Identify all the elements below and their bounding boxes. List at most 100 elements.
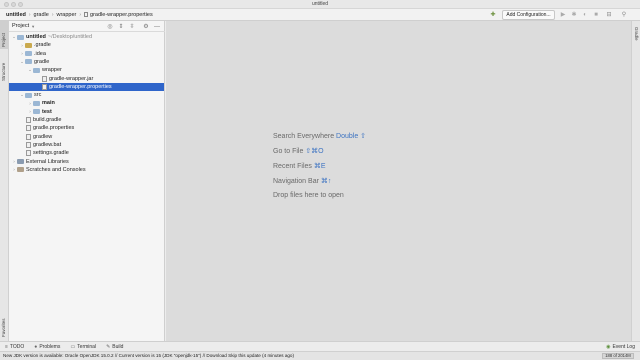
hint-navigation-bar: Navigation Bar ⌘↑: [273, 177, 331, 185]
tree-item[interactable]: › .idea: [9, 50, 164, 58]
locate-file-icon[interactable]: ◎: [106, 23, 114, 31]
tree-item[interactable]: ⌄ gradle: [9, 58, 164, 66]
hint-recent-files: Recent Files ⌘E: [273, 162, 326, 170]
terminal-tab-label: Terminal: [77, 343, 97, 350]
todo-tab[interactable]: ≡ TODO: [0, 344, 29, 350]
add-configuration-button[interactable]: Add Configuration...: [502, 10, 555, 20]
tree-item[interactable]: gradlew: [9, 133, 164, 141]
run-icon[interactable]: ▶: [559, 11, 567, 19]
todo-tab-label: TODO: [9, 343, 25, 350]
tree-item[interactable]: ⌄ untitled ~/Desktop/untitled: [9, 33, 164, 41]
tree-item[interactable]: gradle-wrapper.jar: [9, 75, 164, 83]
hint-search-everywhere: Search Everywhere Double ⇧: [273, 132, 366, 140]
terminal-icon: ▭: [70, 343, 76, 350]
project-panel: Project ▼ ◎ ⇕ ⇳ ⚙ — ⌄ untitled ~/Desktop/…: [9, 21, 165, 341]
file-icon: [42, 83, 47, 90]
gradle-tool-tab[interactable]: Gradle: [632, 25, 640, 49]
left-tool-strip: Project Structure Favorites: [0, 21, 9, 341]
structure-tool-tab[interactable]: Structure: [0, 53, 8, 83]
hint-go-to-file: Go to File ⇧⌘O: [273, 147, 324, 155]
zoom-window-button[interactable]: [18, 2, 23, 7]
folder-icon: [33, 100, 40, 106]
folder-icon: [25, 92, 32, 98]
tree-item[interactable]: gradlew.bat: [9, 141, 164, 149]
structure-tool-label: Structure: [1, 62, 6, 81]
hint-label: Recent Files: [273, 163, 312, 170]
build-hammer-icon[interactable]: ✚: [489, 11, 497, 19]
tree-item[interactable]: ⌄ wrapper: [9, 66, 164, 74]
tree-item-label: wrapper: [42, 67, 62, 74]
folder-icon: [25, 42, 32, 48]
status-message[interactable]: New JDK version is available: Oracle Ope…: [3, 353, 294, 358]
build-tab-label: Build: [112, 343, 124, 350]
build-tab[interactable]: ✎ Build: [101, 344, 128, 350]
hammer-icon: ✎: [106, 343, 111, 350]
hint-shortcut: ⌘↑: [320, 178, 332, 185]
terminal-tab[interactable]: ▭ Terminal: [65, 344, 101, 350]
problems-tab[interactable]: ● Problems: [29, 344, 65, 350]
right-tool-strip: Gradle: [631, 21, 640, 341]
tree-item-label: gradlew: [33, 133, 53, 140]
editor-empty-area[interactable]: Search Everywhere Double ⇧ Go to File ⇧⌘…: [166, 21, 631, 341]
tree-item[interactable]: › test: [9, 108, 164, 116]
tree-item-label: untitled: [26, 34, 46, 40]
tree-item-label: External Libraries: [26, 158, 69, 165]
tree-item[interactable]: › External Libraries: [9, 158, 164, 166]
properties-file-icon: [84, 12, 89, 17]
tree-item[interactable]: › Scratches and Consoles: [9, 166, 164, 174]
tree-item-label: settings.gradle: [33, 150, 69, 157]
gear-icon[interactable]: ⚙: [142, 23, 150, 31]
project-view-selector[interactable]: Project ▼: [12, 23, 35, 29]
hint-label: Go to File: [273, 148, 304, 155]
favorites-tool-tab[interactable]: Favorites: [0, 309, 8, 339]
tree-item[interactable]: gradle.properties: [9, 124, 164, 132]
tree-item[interactable]: build.gradle: [9, 116, 164, 124]
tree-item-label: gradle-wrapper.jar: [49, 75, 94, 82]
breadcrumb-file[interactable]: gradle-wrapper.properties: [81, 10, 156, 20]
hide-panel-icon[interactable]: —: [153, 23, 161, 31]
coverage-icon[interactable]: ◐: [581, 11, 589, 19]
tree-item-label: gradlew.bat: [33, 141, 62, 148]
tree-item-label: gradle: [34, 58, 50, 65]
event-log-tab[interactable]: ◉ Event Log: [601, 344, 640, 350]
vcs-icon[interactable]: ⊟: [605, 11, 613, 19]
status-bar: New JDK version is available: Oracle Ope…: [0, 351, 640, 360]
favorites-tool-label: Favorites: [1, 318, 6, 337]
breadcrumb-wrapper[interactable]: wrapper: [54, 10, 80, 20]
tree-item[interactable]: gradle-wrapper.properties: [9, 82, 164, 91]
file-icon: [26, 150, 31, 157]
tree-item[interactable]: › .gradle: [9, 41, 164, 49]
hint-drop-files: Drop files here to open: [273, 192, 344, 199]
project-panel-title: Project: [12, 23, 30, 29]
minimize-window-button[interactable]: [11, 2, 16, 7]
project-panel-header: Project ▼ ◎ ⇕ ⇳ ⚙ —: [9, 21, 165, 32]
folder-icon: [17, 34, 24, 40]
tree-item[interactable]: › main: [9, 99, 164, 107]
breadcrumb-gradle[interactable]: gradle: [31, 10, 52, 20]
debug-icon[interactable]: ✱: [570, 11, 578, 19]
search-everywhere-icon[interactable]: ⚲: [620, 11, 628, 19]
stop-icon[interactable]: ■: [592, 11, 600, 19]
tree-item[interactable]: settings.gradle: [9, 149, 164, 157]
folder-icon: [25, 51, 32, 57]
memory-indicator-label: 188 of 2014M: [605, 353, 631, 358]
chevron-down-icon: ▼: [31, 23, 36, 29]
file-icon: [26, 117, 31, 123]
tree-item[interactable]: ⌄ src: [9, 91, 164, 99]
tree-item-label: Scratches and Consoles: [26, 166, 86, 173]
problems-tab-label: Problems: [39, 343, 61, 350]
library-icon: [17, 159, 24, 164]
tree-item-label: build.gradle: [33, 117, 62, 123]
close-window-button[interactable]: [4, 2, 9, 7]
hint-label: Drop files here to open: [273, 192, 344, 199]
collapse-all-icon[interactable]: ⇳: [128, 23, 136, 31]
project-tool-tab[interactable]: Project: [0, 21, 8, 49]
scratch-icon: [17, 167, 24, 173]
problems-icon: ●: [34, 343, 38, 350]
expand-all-icon[interactable]: ⇕: [117, 23, 125, 31]
folder-icon: [33, 109, 40, 115]
memory-indicator[interactable]: 188 of 2014M: [602, 353, 634, 359]
folder-icon: [33, 67, 40, 73]
tree-item-label: main: [42, 100, 55, 107]
breadcrumb-project[interactable]: untitled: [3, 10, 29, 20]
